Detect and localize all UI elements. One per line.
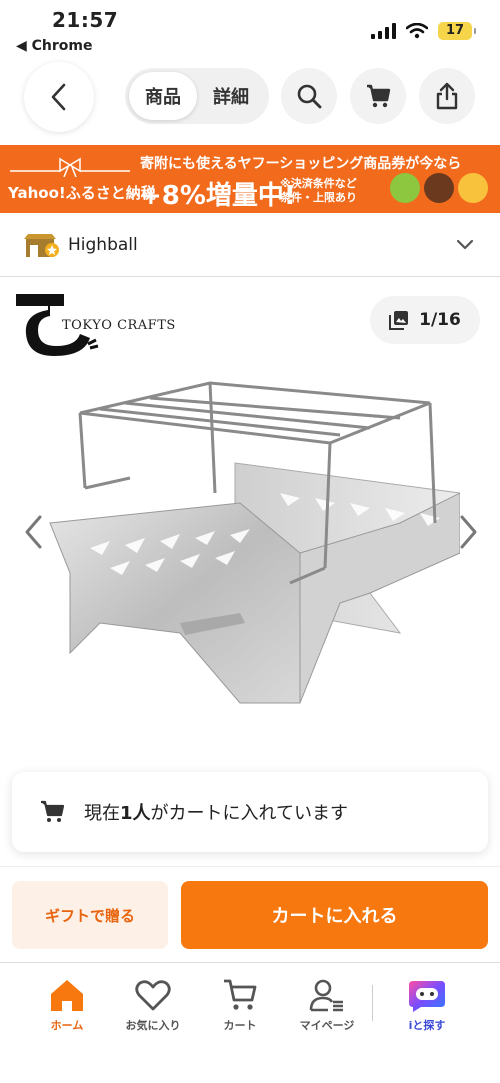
gift-button[interactable]: ギフトで贈る <box>12 881 168 949</box>
user-icon <box>309 979 343 1012</box>
tab-home-label: ホーム <box>50 1019 84 1032</box>
wifi-icon <box>406 23 428 39</box>
signal-icon <box>371 23 396 39</box>
banner-condition-line1: ※決済条件など <box>280 177 357 190</box>
share-button[interactable] <box>419 68 475 124</box>
view-toggle: 商品 詳細 <box>125 68 269 124</box>
tab-assistant-label: iと探す <box>408 1019 446 1032</box>
notice-suffix: がカートに入れています <box>150 803 348 824</box>
share-icon <box>436 82 458 110</box>
banner-conditions: ※決済条件など 条件・上限あり <box>280 177 357 205</box>
banner-decoration <box>390 173 488 203</box>
chevron-left-icon <box>51 83 66 111</box>
product-header: 商品 詳細 <box>0 62 500 134</box>
banner-condition-line2: 条件・上限あり <box>280 191 357 204</box>
tab-cart-label: カート <box>223 1019 257 1032</box>
notice-count: 1人 <box>120 803 151 824</box>
add-to-cart-button[interactable]: カートに入れる <box>181 881 488 949</box>
shopping-cart-sparkle-icon <box>458 173 488 203</box>
cart-icon <box>224 979 257 1010</box>
tab-favorites[interactable]: お気に入り <box>108 973 198 1033</box>
product-gallery[interactable]: TOKYO CRAFTS 1/16 <box>0 278 500 768</box>
heart-icon <box>135 980 171 1011</box>
prev-image-icon[interactable] <box>22 514 44 550</box>
next-image-icon[interactable] <box>458 514 480 550</box>
tab-cart[interactable]: カート <box>195 973 285 1033</box>
assistant-icon <box>409 981 445 1012</box>
gallery-icon <box>389 311 409 330</box>
cart-icon <box>41 800 65 822</box>
status-bar: 21:57 ◀ Chrome 17 <box>0 0 500 60</box>
notice-prefix: 現在 <box>84 803 120 824</box>
bottom-tab-bar: ホーム お気に入り カート マイページ iと探す <box>0 962 500 1083</box>
tab-home[interactable]: ホーム <box>22 973 112 1033</box>
tab-assistant[interactable]: iと探す <box>382 973 472 1033</box>
tab-favorites-label: お気に入り <box>125 1019 181 1032</box>
grape-icon <box>390 173 420 203</box>
tab-product[interactable]: 商品 <box>129 72 197 120</box>
status-icons: 17 <box>371 22 476 40</box>
tab-mypage-label: マイページ <box>299 1019 355 1032</box>
battery-indicator: 17 <box>438 22 476 40</box>
banner-brand: Yahoo!ふるさと納税 <box>8 184 156 202</box>
purchase-actions: ギフトで贈る カートに入れる <box>0 866 500 962</box>
cart-button[interactable] <box>350 68 406 124</box>
store-icon <box>24 234 59 257</box>
store-name: Highball <box>68 235 138 255</box>
status-time: 21:57 <box>52 8 119 32</box>
store-row[interactable]: Highball <box>0 215 500 277</box>
cart-activity-notice: 現在1人がカートに入れています <box>12 772 488 852</box>
tab-details[interactable]: 詳細 <box>197 72 265 120</box>
ribbon-icon <box>10 157 130 177</box>
banner-headline: 寄附にも使えるヤフーショッピング商品券が今なら <box>140 156 462 172</box>
home-icon <box>51 980 83 1011</box>
food-bowl-icon <box>424 173 454 203</box>
cart-activity-text: 現在1人がカートに入れています <box>84 799 348 825</box>
tab-mypage[interactable]: マイページ <box>282 973 372 1033</box>
tab-divider <box>372 985 373 1021</box>
cart-icon <box>367 84 391 108</box>
product-image <box>49 381 460 704</box>
banner-percent: +8%増量中! <box>140 181 296 211</box>
image-counter-text: 1/16 <box>419 310 461 330</box>
back-button[interactable] <box>24 62 94 132</box>
search-icon <box>297 84 322 109</box>
search-button[interactable] <box>281 68 337 124</box>
brand-logo-text: TOKYO CRAFTS <box>62 318 176 333</box>
promo-banner[interactable]: 寄附にも使えるヤフーショッピング商品券が今なら Yahoo!ふるさと納税 +8%… <box>0 145 500 213</box>
back-to-app-link[interactable]: ◀ Chrome <box>16 38 93 54</box>
image-counter[interactable]: 1/16 <box>370 296 480 344</box>
chevron-down-icon <box>456 239 474 250</box>
